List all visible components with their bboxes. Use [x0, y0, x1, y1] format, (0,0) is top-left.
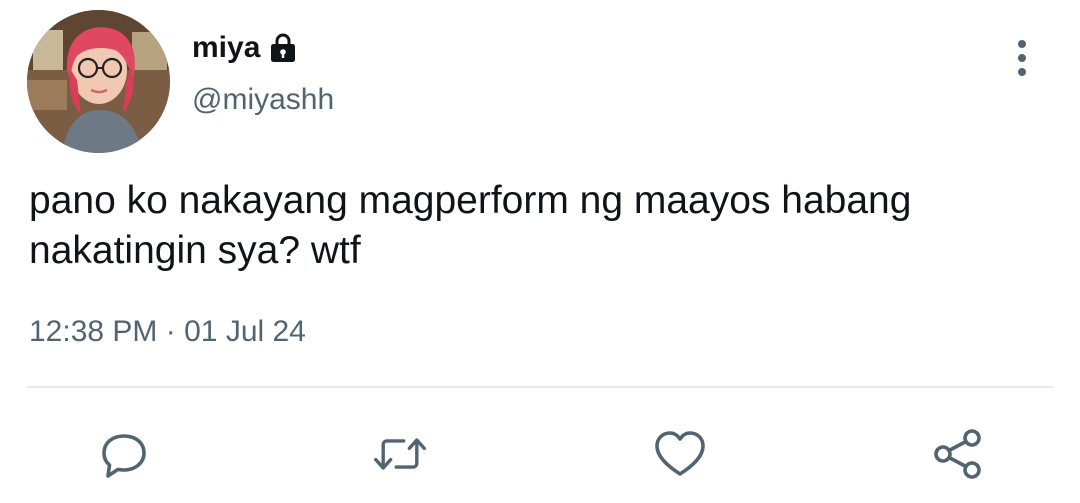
retweet-icon [374, 438, 426, 470]
tweet-time[interactable]: 12:38 PM [29, 315, 157, 348]
like-button[interactable] [652, 426, 708, 482]
tweet-text: pano ko nakayang magperform ng maayos ha… [29, 179, 912, 272]
lock-icon [268, 32, 298, 64]
display-name[interactable]: miya [192, 28, 260, 68]
heart-icon [655, 431, 705, 476]
tweet-date[interactable]: 01 Jul 24 [184, 315, 306, 348]
author-name-row: miya [192, 28, 298, 68]
divider [27, 386, 1053, 388]
avatar[interactable] [27, 10, 170, 153]
more-vertical-icon[interactable] [1006, 36, 1038, 80]
retweet-button[interactable] [372, 426, 428, 482]
share-icon [934, 429, 981, 479]
reply-icon [102, 434, 146, 478]
tweet-card: miya @miyashh pano ko nakayang magperfor… [0, 0, 1080, 503]
author-handle[interactable]: @miyashh [192, 80, 334, 120]
reply-button[interactable] [96, 426, 152, 482]
tweet-timestamp: 12:38 PM · 01 Jul 24 [29, 312, 306, 352]
share-button[interactable] [930, 426, 986, 482]
meta-separator: · [165, 315, 176, 348]
